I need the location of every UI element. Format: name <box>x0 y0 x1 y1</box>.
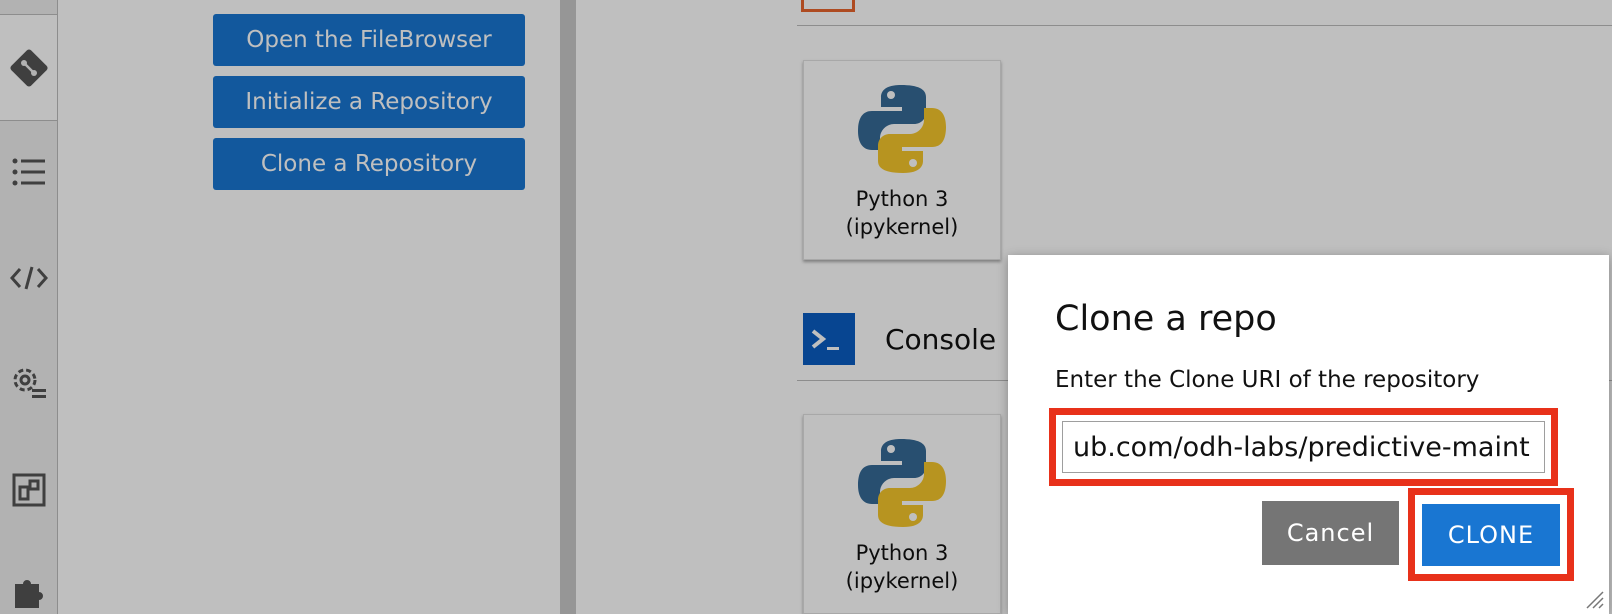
cancel-button[interactable]: Cancel <box>1262 501 1399 565</box>
clone-button[interactable]: CLONE <box>1422 504 1560 566</box>
dialog-prompt: Enter the Clone URI of the repository <box>1055 367 1480 393</box>
clone-button-highlight: CLONE <box>1408 488 1574 581</box>
resize-grip-icon[interactable] <box>1583 588 1605 610</box>
dialog-title: Clone a repo <box>1055 299 1277 339</box>
clone-repo-dialog: Clone a repo Enter the Clone URI of the … <box>1008 255 1609 614</box>
url-input-highlight <box>1049 408 1558 486</box>
clone-uri-input[interactable] <box>1062 421 1545 473</box>
